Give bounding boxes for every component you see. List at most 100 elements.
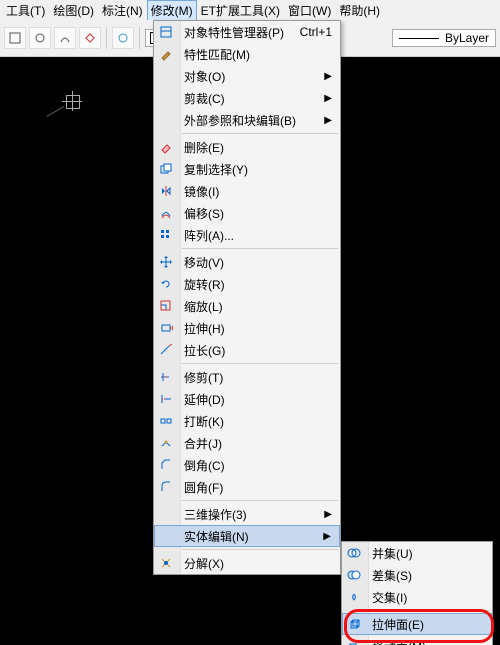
menu-item-label: 特性匹配(M): [184, 46, 332, 63]
menu-item-label: 拉伸面(E): [372, 616, 483, 633]
blank-icon: [158, 506, 174, 522]
modify-menu-item[interactable]: 对象(O)▶: [154, 65, 340, 87]
modify-menu-item[interactable]: 延伸(D): [154, 388, 340, 410]
join-icon: [158, 435, 174, 451]
modify-menu-item[interactable]: 缩放(L): [154, 295, 340, 317]
menu-item-label: 移动(V): [184, 254, 332, 271]
menu-item-label: 删除(E): [184, 139, 332, 156]
menu-item-label: 外部参照和块编辑(B): [184, 112, 324, 129]
menubar-item[interactable]: 帮助(H): [335, 0, 384, 21]
menubar-item[interactable]: 标注(N): [98, 0, 147, 21]
modify-menu-item[interactable]: 修剪(T): [154, 366, 340, 388]
lengthen-icon: [158, 342, 174, 358]
break-icon: [158, 413, 174, 429]
modify-menu-item[interactable]: 删除(E): [154, 136, 340, 158]
copy-icon: [158, 161, 174, 177]
menu-item-label: 圆角(F): [184, 479, 332, 496]
solid-submenu-item[interactable]: 并集(U): [342, 542, 492, 564]
submenu-arrow-icon: ▶: [324, 115, 332, 126]
modify-menu-item[interactable]: 三维操作(3)▶: [154, 503, 340, 525]
menubar-item[interactable]: 窗口(W): [284, 0, 335, 21]
menubar-item[interactable]: 修改(M): [147, 0, 197, 21]
array-icon: [158, 227, 174, 243]
menubar-item[interactable]: ET扩展工具(X): [197, 0, 284, 21]
linetype-dropdown[interactable]: ByLayer: [392, 29, 496, 47]
props-icon: [158, 24, 174, 40]
modify-menu-item[interactable]: 分解(X): [154, 552, 340, 574]
modify-menu-item[interactable]: 复制选择(Y): [154, 158, 340, 180]
modify-menu-item[interactable]: 倒角(C): [154, 454, 340, 476]
menu-item-label: 合并(J): [184, 435, 332, 452]
modify-menu-item[interactable]: 对象特性管理器(P)Ctrl+1: [154, 21, 340, 43]
offset-icon: [158, 205, 174, 221]
blank-icon: [159, 528, 175, 544]
linetype-preview: [399, 38, 439, 39]
erase-icon: [158, 139, 174, 155]
menu-item-label: 交集(I): [372, 589, 484, 606]
modify-menu-item[interactable]: 打断(K): [154, 410, 340, 432]
modify-menu-item[interactable]: 偏移(S): [154, 202, 340, 224]
explode-icon: [158, 555, 174, 571]
modify-menu: 对象特性管理器(P)Ctrl+1特性匹配(M)对象(O)▶剪裁(C)▶外部参照和…: [153, 20, 341, 575]
tool-btn-2[interactable]: [29, 27, 51, 49]
modify-menu-item[interactable]: 镜像(I): [154, 180, 340, 202]
scale-icon: [158, 298, 174, 314]
solid-submenu-item[interactable]: 差集(S): [342, 564, 492, 586]
blank-icon: [158, 90, 174, 106]
union-icon: [346, 545, 362, 561]
modify-menu-item[interactable]: 外部参照和块编辑(B)▶: [154, 109, 340, 131]
submenu-arrow-icon: ▶: [324, 93, 332, 104]
menu-item-label: 镜像(I): [184, 183, 332, 200]
modify-menu-item[interactable]: 合并(J): [154, 432, 340, 454]
modify-menu-item[interactable]: 特性匹配(M): [154, 43, 340, 65]
extrudef-icon: [347, 616, 363, 632]
modify-menu-item[interactable]: 实体编辑(N)▶: [154, 525, 340, 547]
tool-btn-4[interactable]: [79, 27, 101, 49]
menubar-item[interactable]: 工具(T): [2, 0, 49, 21]
menubar: 工具(T)绘图(D)标注(N)修改(M)ET扩展工具(X)窗口(W)帮助(H): [0, 0, 500, 21]
menu-item-label: 差集(S): [372, 567, 484, 584]
menu-item-label: 延伸(D): [184, 391, 332, 408]
movef-icon: [346, 638, 362, 645]
menu-separator: [182, 248, 338, 249]
tool-btn-5[interactable]: [112, 27, 134, 49]
menu-item-label: 阵列(A)...: [184, 227, 332, 244]
fillet-icon: [158, 479, 174, 495]
submenu-arrow-icon: ▶: [323, 531, 331, 542]
separator: [139, 27, 140, 49]
menu-separator: [182, 363, 338, 364]
solid-submenu-item[interactable]: 移动面(M): [342, 635, 492, 645]
modify-menu-item[interactable]: 阵列(A)...: [154, 224, 340, 246]
menu-item-label: 修剪(T): [184, 369, 332, 386]
menu-separator: [182, 500, 338, 501]
chamfer-icon: [158, 457, 174, 473]
menubar-item[interactable]: 绘图(D): [49, 0, 98, 21]
menu-item-label: 旋转(R): [184, 276, 332, 293]
menu-item-label: 拉伸(H): [184, 320, 332, 337]
tool-btn-3[interactable]: [54, 27, 76, 49]
submenu-arrow-icon: ▶: [324, 509, 332, 520]
menu-separator: [182, 133, 338, 134]
modify-menu-item[interactable]: 拉长(G): [154, 339, 340, 361]
stretch-icon: [158, 320, 174, 336]
trim-icon: [158, 369, 174, 385]
menu-item-label: 偏移(S): [184, 205, 332, 222]
menu-item-label: 剪裁(C): [184, 90, 324, 107]
linetype-label: ByLayer: [445, 31, 489, 45]
modify-menu-item[interactable]: 移动(V): [154, 251, 340, 273]
menu-item-label: 复制选择(Y): [184, 161, 332, 178]
modify-menu-item[interactable]: 剪裁(C)▶: [154, 87, 340, 109]
modify-menu-item[interactable]: 旋转(R): [154, 273, 340, 295]
solid-submenu-item[interactable]: 拉伸面(E): [342, 613, 492, 635]
tool-btn-1[interactable]: [4, 27, 26, 49]
menu-item-label: 三维操作(3): [184, 506, 324, 523]
submenu-arrow-icon: ▶: [324, 71, 332, 82]
rotate-icon: [158, 276, 174, 292]
modify-menu-item[interactable]: 拉伸(H): [154, 317, 340, 339]
modify-menu-item[interactable]: 圆角(F): [154, 476, 340, 498]
menu-item-label: 实体编辑(N): [184, 528, 323, 545]
subtract-icon: [346, 567, 362, 583]
menu-item-label: 倒角(C): [184, 457, 332, 474]
solid-submenu-item[interactable]: 交集(I): [342, 586, 492, 608]
menu-item-label: 打断(K): [184, 413, 332, 430]
